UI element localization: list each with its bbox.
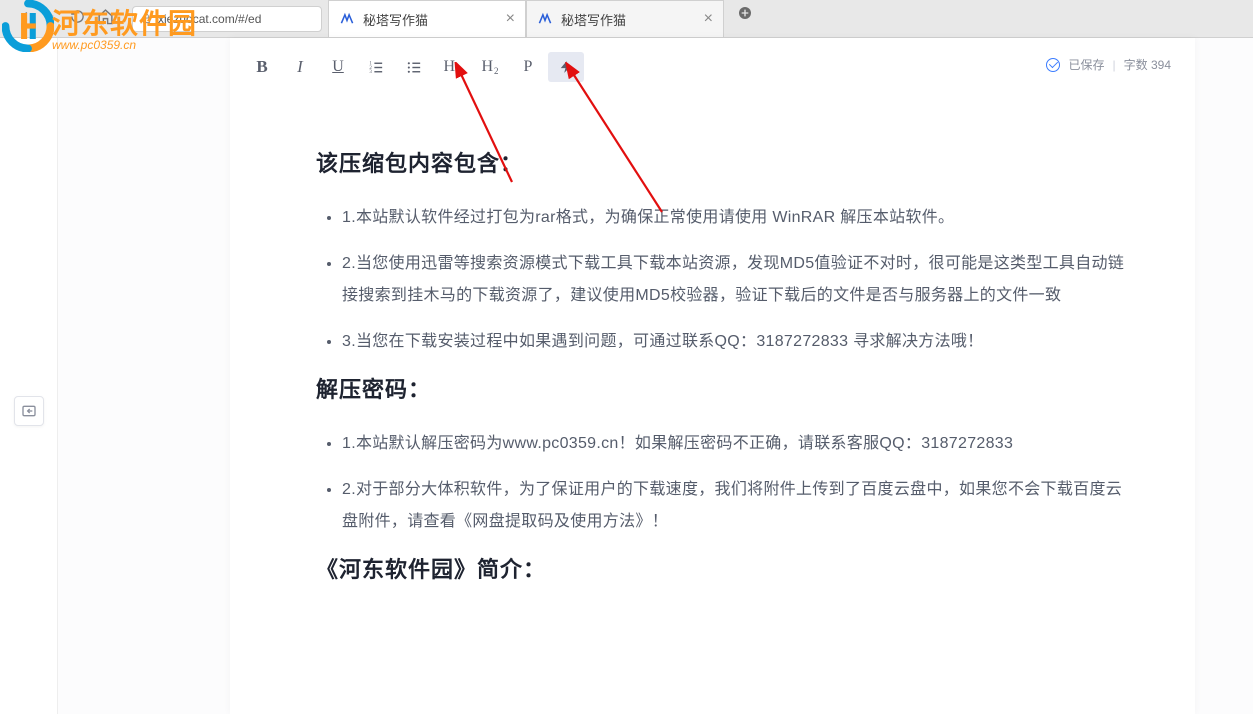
heading2-button[interactable]: H2: [472, 52, 508, 82]
tab-favicon: [339, 11, 355, 27]
reload-icon[interactable]: [70, 9, 85, 29]
heading1-button[interactable]: H1: [434, 52, 470, 82]
list-unordered-icon: [406, 59, 423, 76]
sidebar-collapse-button[interactable]: [14, 396, 44, 426]
tab-title: 秘塔写作猫: [363, 10, 506, 29]
heading-contents: 该压缩包内容包含：: [316, 146, 1135, 178]
format-toolbar: B I U 123 H1 H2 P: [244, 52, 584, 82]
forward-icon[interactable]: [44, 9, 58, 28]
list-contents: 1.本站默认软件经过打包为rar格式，为确保正常使用请使用 WinRAR 解压本…: [316, 202, 1135, 358]
tab-close-icon[interactable]: ×: [704, 10, 713, 28]
italic-button[interactable]: I: [282, 52, 318, 82]
nav-controls: [0, 8, 124, 30]
heading-intro: 《河东软件园》简介：: [316, 552, 1135, 584]
heading-password: 解压密码：: [316, 372, 1135, 404]
list-item: 2.当您使用迅雷等搜索资源模式下载工具下载本站资源，发现MD5值验证不对时，很可…: [342, 248, 1135, 312]
lock-icon: [141, 13, 152, 24]
wordcount: 字数 394: [1124, 56, 1171, 73]
tab-close-icon[interactable]: ×: [506, 10, 515, 28]
tab-favicon: [537, 11, 553, 27]
app: B I U 123 H1 H2 P 已保存 | 字数: [0, 38, 1253, 714]
list-password: 1.本站默认解压密码为www.pc0359.cn！如果解压密码不正确，请联系客服…: [316, 428, 1135, 538]
url-text: xiezuocat.com/#/ed: [158, 12, 261, 26]
underline-button[interactable]: U: [320, 52, 356, 82]
bold-button[interactable]: B: [244, 52, 280, 82]
browser-tab[interactable]: 秘塔写作猫 ×: [328, 0, 526, 37]
list-ordered-icon: 123: [368, 59, 385, 76]
ai-check-button[interactable]: [548, 52, 584, 82]
saved-check-icon: [1046, 58, 1060, 72]
tab-strip: 秘塔写作猫 × 秘塔写作猫 ×: [328, 0, 758, 37]
left-sidebar: [0, 38, 58, 714]
editor-area: B I U 123 H1 H2 P 已保存 | 字数: [58, 38, 1253, 714]
list-item: 1.本站默认软件经过打包为rar格式，为确保正常使用请使用 WinRAR 解压本…: [342, 202, 1135, 234]
browser-tab[interactable]: 秘塔写作猫 ×: [526, 0, 724, 37]
saved-label: 已保存: [1068, 56, 1104, 73]
svg-text:3: 3: [369, 70, 372, 75]
new-tab-button[interactable]: [732, 0, 758, 26]
document-content[interactable]: 该压缩包内容包含： 1.本站默认软件经过打包为rar格式，为确保正常使用请使用 …: [316, 134, 1135, 714]
paragraph-button[interactable]: P: [510, 52, 546, 82]
list-item: 3.当您在下载安装过程中如果遇到问题，可通过联系QQ：3187272833 寻求…: [342, 326, 1135, 358]
back-icon[interactable]: [18, 9, 32, 28]
lightning-icon: [559, 59, 573, 75]
list-item: 1.本站默认解压密码为www.pc0359.cn！如果解压密码不正确，请联系客服…: [342, 428, 1135, 460]
divider: |: [1112, 58, 1115, 72]
status-bar: 已保存 | 字数 394: [1046, 56, 1171, 73]
address-bar[interactable]: xiezuocat.com/#/ed: [132, 6, 322, 32]
document-paper: B I U 123 H1 H2 P 已保存 | 字数: [230, 38, 1195, 714]
tab-title: 秘塔写作猫: [561, 10, 704, 29]
home-icon[interactable]: [97, 8, 114, 30]
ordered-list-button[interactable]: 123: [358, 52, 394, 82]
browser-bar: xiezuocat.com/#/ed 秘塔写作猫 × 秘塔写作猫 ×: [0, 0, 1253, 38]
list-item: 2.对于部分大体积软件，为了保证用户的下载速度，我们将附件上传到了百度云盘中，如…: [342, 474, 1135, 538]
unordered-list-button[interactable]: [396, 52, 432, 82]
